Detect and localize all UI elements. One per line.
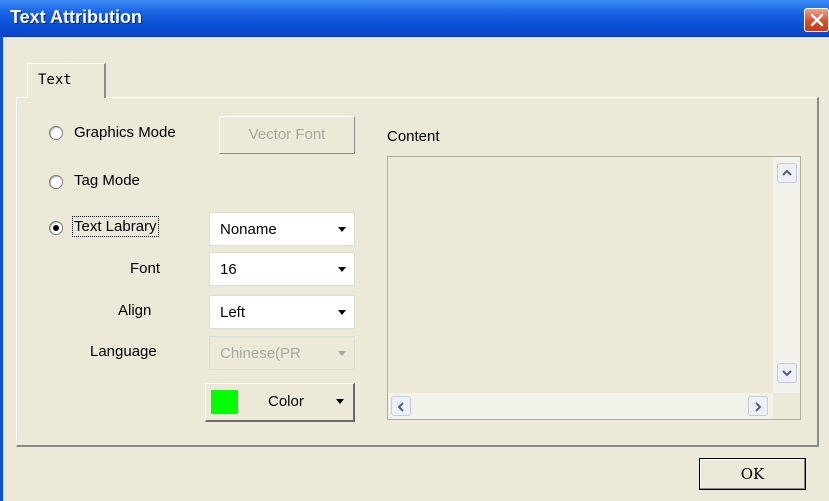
align-select[interactable]: Left <box>209 295 355 329</box>
align-value: Left <box>220 304 246 321</box>
content-label: Content <box>387 128 440 145</box>
color-label: Color <box>268 393 304 410</box>
scroll-up-button[interactable] <box>777 163 797 183</box>
scroll-down-button[interactable] <box>777 363 797 383</box>
font-label: Font <box>130 260 161 277</box>
align-label: Align <box>118 302 152 319</box>
scroll-right-button[interactable] <box>748 396 768 416</box>
language-label: Language <box>90 343 157 360</box>
tab-text-label: Text <box>38 72 72 88</box>
content-textarea[interactable] <box>387 156 801 420</box>
window-title: Text Attribution <box>10 7 142 27</box>
chevron-down-icon <box>338 227 346 232</box>
language-value: Chinese(PR <box>220 345 301 362</box>
close-button[interactable] <box>804 8 829 32</box>
text-library-label[interactable]: Text Labrary <box>72 216 159 237</box>
text-library-select[interactable]: Noname <box>209 212 355 246</box>
window-frame-left <box>0 36 3 501</box>
tag-mode-radio[interactable] <box>49 175 63 189</box>
text-library-value: Noname <box>220 221 277 238</box>
scroll-left-button[interactable] <box>391 396 411 416</box>
graphics-mode-label[interactable]: Graphics Mode <box>74 124 176 141</box>
ok-button[interactable]: OK <box>699 458 806 490</box>
chevron-down-icon <box>336 399 344 404</box>
tag-mode-label[interactable]: Tag Mode <box>74 172 140 189</box>
font-value: 16 <box>220 261 237 278</box>
vertical-scrollbar[interactable] <box>773 157 800 393</box>
vector-font-button[interactable]: Vector Font <box>219 116 355 154</box>
tab-text[interactable]: Text <box>27 63 106 98</box>
chevron-down-icon <box>338 351 346 356</box>
language-select[interactable]: Chinese(PR <box>209 336 355 370</box>
font-select[interactable]: 16 <box>209 252 355 286</box>
color-button[interactable]: Color <box>205 383 355 422</box>
text-library-radio[interactable] <box>49 221 63 235</box>
chevron-down-icon <box>338 310 346 315</box>
horizontal-scrollbar[interactable] <box>388 393 773 419</box>
chevron-down-icon <box>338 267 346 272</box>
color-swatch <box>211 390 238 414</box>
title-bar: Text Attribution <box>0 0 829 37</box>
graphics-mode-radio[interactable] <box>49 126 63 140</box>
